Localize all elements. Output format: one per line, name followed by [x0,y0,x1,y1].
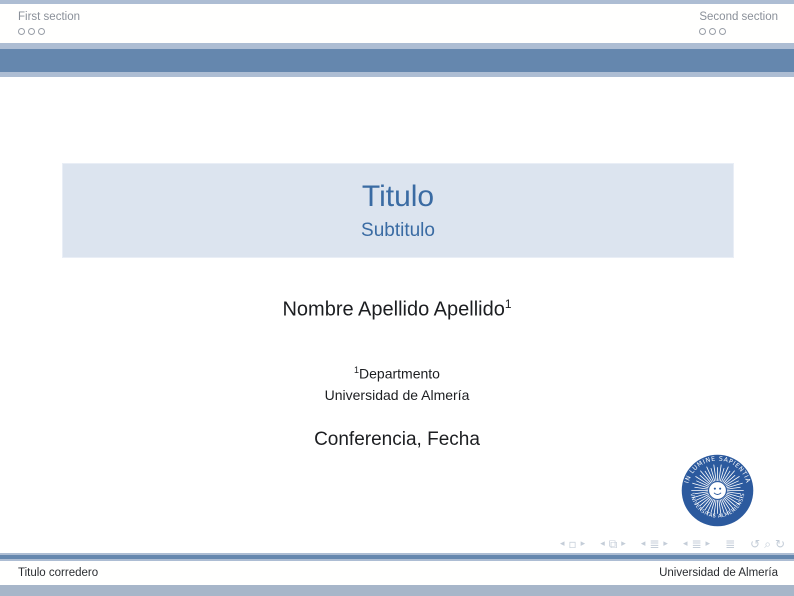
logo-sun-face [709,482,726,499]
conference-date: Conferencia, Fecha [0,429,794,451]
beamer-navigation-bar: ◂ ▫ ▸ ◂ ⧉ ▸ ◂ ≣ ▸ ◂ ≣ ▸ ≣ ↺ ⌕ ↻ [560,537,785,551]
nav-go-forward-icon[interactable]: ↻ [775,537,785,551]
header-dark-bar [0,49,794,72]
author-name-text: Nombre Apellido Apellido [282,299,504,321]
institute-line-2: Universidad de Almería [0,385,794,406]
author-name: Nombre Apellido Apellido1 [0,297,794,322]
nav-subsection-forward-icon[interactable]: ▸ [663,537,668,551]
nav-section-forward-icon[interactable]: ▸ [706,537,711,551]
nav-slide-back-icon[interactable]: ◂ [560,537,565,551]
bottom-accent-bar [0,585,794,596]
slide-subtitle: Subtitulo [361,221,435,240]
footer-institution: Universidad de Almería [659,567,778,579]
frame-dot[interactable] [709,28,716,35]
section-nav-first[interactable]: First section [18,10,80,35]
university-seal-svg: IN LUMINE SAPIENTIA VNIVERSITAS ALMERIEN… [681,454,754,527]
nav-slide-group: ◂ ▫ ▸ [560,537,585,551]
nav-appendix-group: ≣ [725,537,735,551]
nav-section-group: ◂ ≣ ▸ [683,537,710,551]
nav-section-back-icon[interactable]: ◂ [683,537,688,551]
frame-dot[interactable] [18,28,25,35]
institute-line-1: 1Departmento [0,360,794,385]
nav-frame-icon[interactable]: ⧉ [609,537,618,551]
frame-dots-first [18,28,80,35]
nav-subsection-group: ◂ ≣ ▸ [641,537,668,551]
section-nav-second[interactable]: Second section [699,10,778,35]
frame-dot[interactable] [28,28,35,35]
nav-frame-group: ◂ ⧉ ▸ [600,537,626,551]
frame-dot[interactable] [38,28,45,35]
nav-section-icon[interactable]: ≣ [691,537,701,551]
institute-department: Departmento [359,366,440,382]
institute-block: 1Departmento Universidad de Almería [0,360,794,406]
section-label-second[interactable]: Second section [699,10,778,25]
nav-slide-icon[interactable]: ▫ [569,537,577,551]
frame-dot[interactable] [719,28,726,35]
university-seal-logo: IN LUMINE SAPIENTIA VNIVERSITAS ALMERIEN… [681,454,754,527]
footer-band: Titulo corredero Universidad de Almería [0,561,794,585]
header-light-bar-2 [0,72,794,77]
author-footnote-mark: 1 [505,297,512,311]
nav-subsection-back-icon[interactable]: ◂ [641,537,646,551]
footer-short-title: Titulo corredero [18,567,98,579]
nav-appendix-icon[interactable]: ≣ [725,537,735,551]
slide-title: Titulo [362,182,434,212]
frame-dot[interactable] [699,28,706,35]
section-label-first[interactable]: First section [18,10,80,25]
nav-frame-forward-icon[interactable]: ▸ [621,537,626,551]
title-box: Titulo Subtitulo [62,163,734,258]
nav-frame-back-icon[interactable]: ◂ [600,537,605,551]
frame-dots-second [699,28,778,35]
nav-slide-forward-icon[interactable]: ▸ [581,537,586,551]
nav-go-back-icon[interactable]: ↺ [750,537,760,551]
nav-subsection-icon[interactable]: ≣ [649,537,659,551]
nav-history-group: ↺ ⌕ ↻ [750,537,785,551]
nav-find-icon[interactable]: ⌕ [764,537,771,551]
section-header-band: First section Second section [0,4,794,43]
beamer-title-slide: First section Second section Titulo Subt… [0,0,794,596]
